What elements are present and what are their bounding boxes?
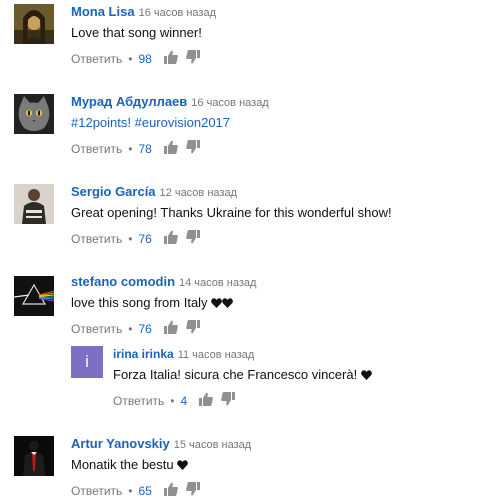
thumb-down-icon[interactable] (186, 230, 200, 249)
thumb-down-icon[interactable] (186, 50, 200, 69)
author-name[interactable]: Artur Yanovskiy (71, 436, 170, 451)
thumb-down-icon[interactable] (221, 392, 235, 411)
heart-icon (361, 367, 372, 385)
like-count: 98 (139, 52, 152, 66)
heart-icon (177, 457, 188, 475)
thumb-up-icon[interactable] (164, 482, 178, 501)
comment: Sergio García 12 часов назад Great openin… (0, 184, 480, 248)
like-count: 4 (181, 394, 188, 408)
avatar[interactable] (14, 184, 54, 224)
reply-button[interactable]: Ответить (71, 322, 122, 336)
separator-dot: • (170, 394, 174, 408)
reply-button[interactable]: Ответить (71, 484, 122, 498)
timestamp[interactable]: 15 часов назад (174, 439, 251, 451)
thumb-down-icon[interactable] (186, 140, 200, 159)
like-count: 76 (139, 322, 152, 336)
thumb-up-icon[interactable] (199, 392, 213, 411)
thumb-up-icon[interactable] (164, 230, 178, 249)
like-count: 65 (139, 484, 152, 498)
thumb-up-icon[interactable] (164, 50, 178, 69)
timestamp[interactable]: 12 часов назад (160, 187, 237, 199)
comment-text: Love that song winner! (71, 24, 202, 42)
comment-text: love this song from Italy (71, 295, 208, 310)
author-name[interactable]: Sergio García (71, 184, 156, 199)
comment: Мурад Абдуллаев 16 часов назад #12points!… (0, 94, 480, 158)
author-name[interactable]: irina irinka (113, 347, 174, 361)
comment-text: Great opening! Thanks Ukraine for this w… (71, 204, 392, 222)
thumb-down-icon[interactable] (186, 320, 200, 339)
avatar[interactable]: i (71, 346, 103, 378)
comment-text[interactable]: #12points! #eurovision2017 (71, 114, 230, 132)
like-count: 78 (139, 142, 152, 156)
comment-text: Forza Italia! sicura che Francesco vince… (113, 367, 357, 382)
separator-dot: • (128, 142, 132, 156)
author-name[interactable]: Mona Lisa (71, 4, 135, 19)
separator-dot: • (128, 322, 132, 336)
thumb-down-icon[interactable] (186, 482, 200, 501)
reply-button[interactable]: Ответить (71, 52, 122, 66)
timestamp[interactable]: 14 часов назад (179, 277, 256, 289)
comment-text: Monatik the bestu (71, 457, 174, 472)
separator-dot: • (128, 52, 132, 66)
reply-button[interactable]: Ответить (71, 232, 122, 246)
heart-icon (211, 295, 222, 313)
separator-dot: • (128, 232, 132, 246)
comment: stefano comodin 14 часов назад love this … (0, 274, 480, 338)
author-name[interactable]: Мурад Абдуллаев (71, 94, 187, 109)
comment: Mona Lisa 16 часов назад Love that song w… (0, 4, 480, 68)
avatar[interactable] (14, 276, 54, 316)
thumb-up-icon[interactable] (164, 320, 178, 339)
like-count: 76 (139, 232, 152, 246)
thumb-up-icon[interactable] (164, 140, 178, 159)
reply-button[interactable]: Ответить (113, 394, 164, 408)
reply-comment: i irina irinka 11 часов назад Forza Itali… (0, 346, 480, 410)
avatar[interactable] (14, 4, 54, 44)
reply-button[interactable]: Ответить (71, 142, 122, 156)
heart-icon (222, 295, 233, 313)
comment: Artur Yanovskiy 15 часов назад Monatik th… (0, 436, 480, 500)
author-name[interactable]: stefano comodin (71, 274, 175, 289)
separator-dot: • (128, 484, 132, 498)
avatar[interactable] (14, 94, 54, 134)
timestamp[interactable]: 11 часов назад (178, 349, 255, 361)
avatar[interactable] (14, 436, 54, 476)
timestamp[interactable]: 16 часов назад (139, 7, 216, 19)
timestamp[interactable]: 16 часов назад (191, 97, 268, 109)
